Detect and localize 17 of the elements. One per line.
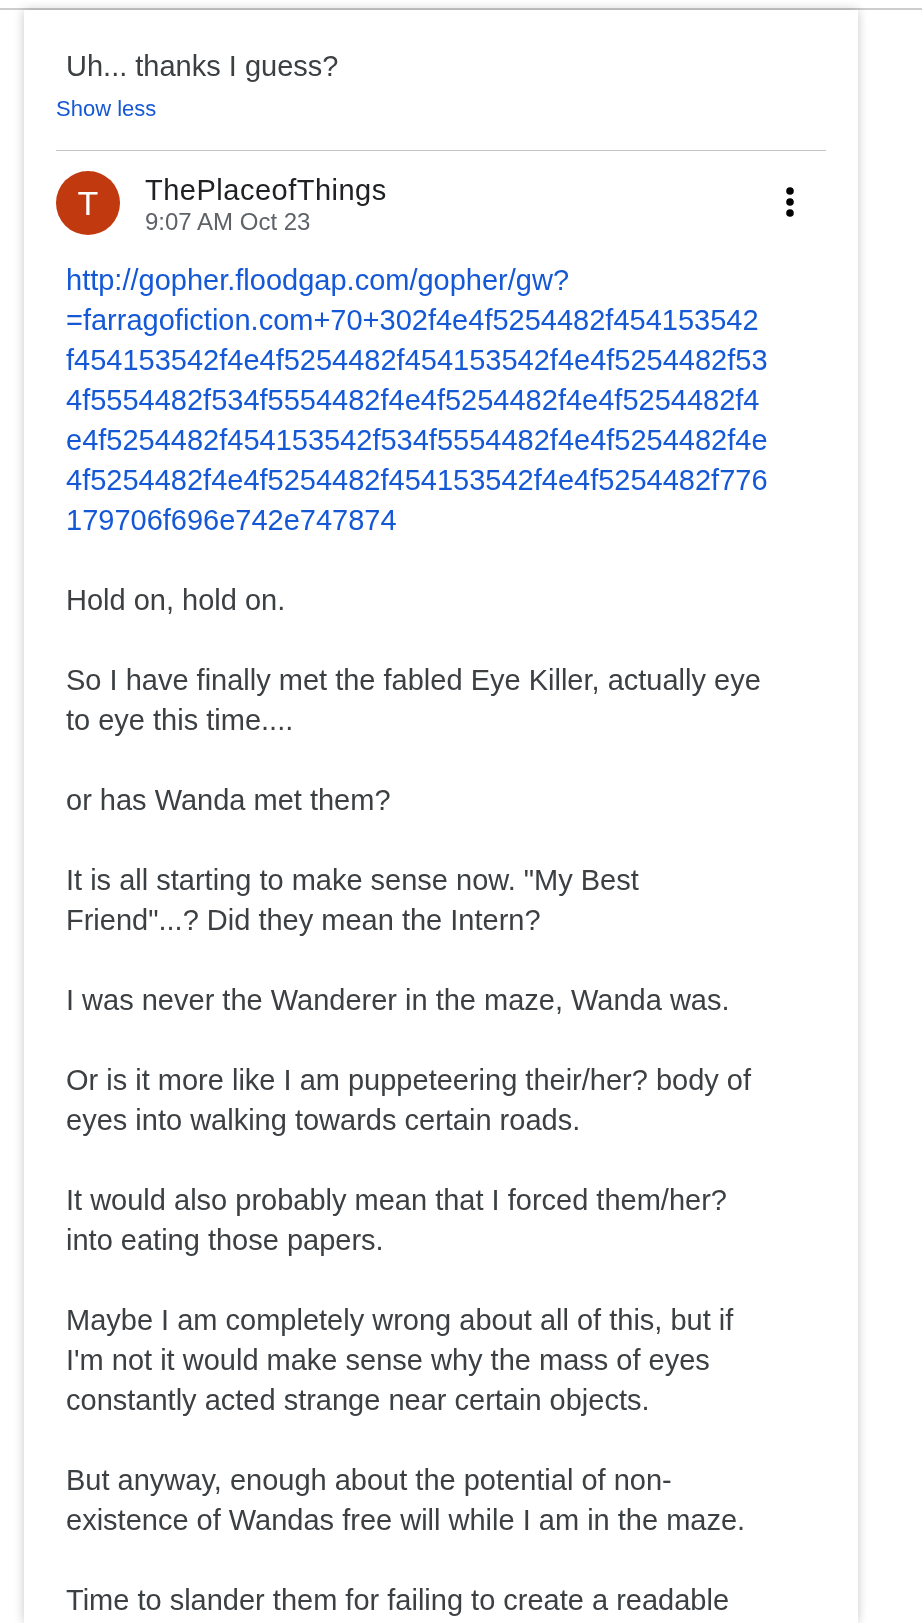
comment-paragraph: Maybe I am completely wrong about all of this, but if I'm not it would make sense why the mass of eyes constantly acted strange near certain objects.	[66, 1303, 735, 1418]
comment-paragraph: It would also probably mean that I forced them/her? into eating those papers.	[66, 1183, 728, 1258]
comment-paragraph: It is all starting to make sense now. "My Best Friend"...? Did they mean the Intern?	[66, 863, 640, 938]
comment-text: Uh... thanks I guess?	[66, 49, 339, 84]
comment-paragraph: Time to slander them for failing to create a readable	[66, 1583, 731, 1618]
author-name: ThePlaceofThings	[145, 173, 387, 207]
avatar: T	[56, 171, 120, 235]
comment-paragraph: But anyway, enough about the potential of non-existence of Wandas free will while I am in the maze.	[66, 1463, 747, 1538]
url-link[interactable]: http://gopher.floodgap.com/gopher/gw? =farragofiction.com+70+302f4e4f5254482f454153542 f454153542f4e4f5254482f454153542f4e4f5254482f53 4f5554482f534f5554482f4e4f5254482f4e4f5254482f4 e4f5254482f454153542f534f5554482f4e4f5254482f4e 4f5254482f4e4f5254482f454153542f4e4f5254482f776 179706f696e742e747874	[66, 260, 768, 540]
comment-paragraph: So I have finally met the fabled Eye Killer, actually eye to eye this time....	[66, 663, 762, 738]
comment-timestamp: 9:07 AM Oct 23	[145, 207, 312, 237]
comment-paragraph: Or is it more like I am puppeteering their/her? body of eyes into walking towards certain roads.	[66, 1063, 753, 1138]
show-less-link[interactable]: Show less	[56, 95, 157, 123]
comment-paragraph: Hold on, hold on.	[66, 583, 287, 618]
comment-paragraph: or has Wanda met them?	[66, 783, 392, 818]
comment-paragraph: I was never the Wanderer in the maze, Wanda was.	[66, 983, 731, 1018]
vertical-dots-icon	[786, 187, 794, 217]
